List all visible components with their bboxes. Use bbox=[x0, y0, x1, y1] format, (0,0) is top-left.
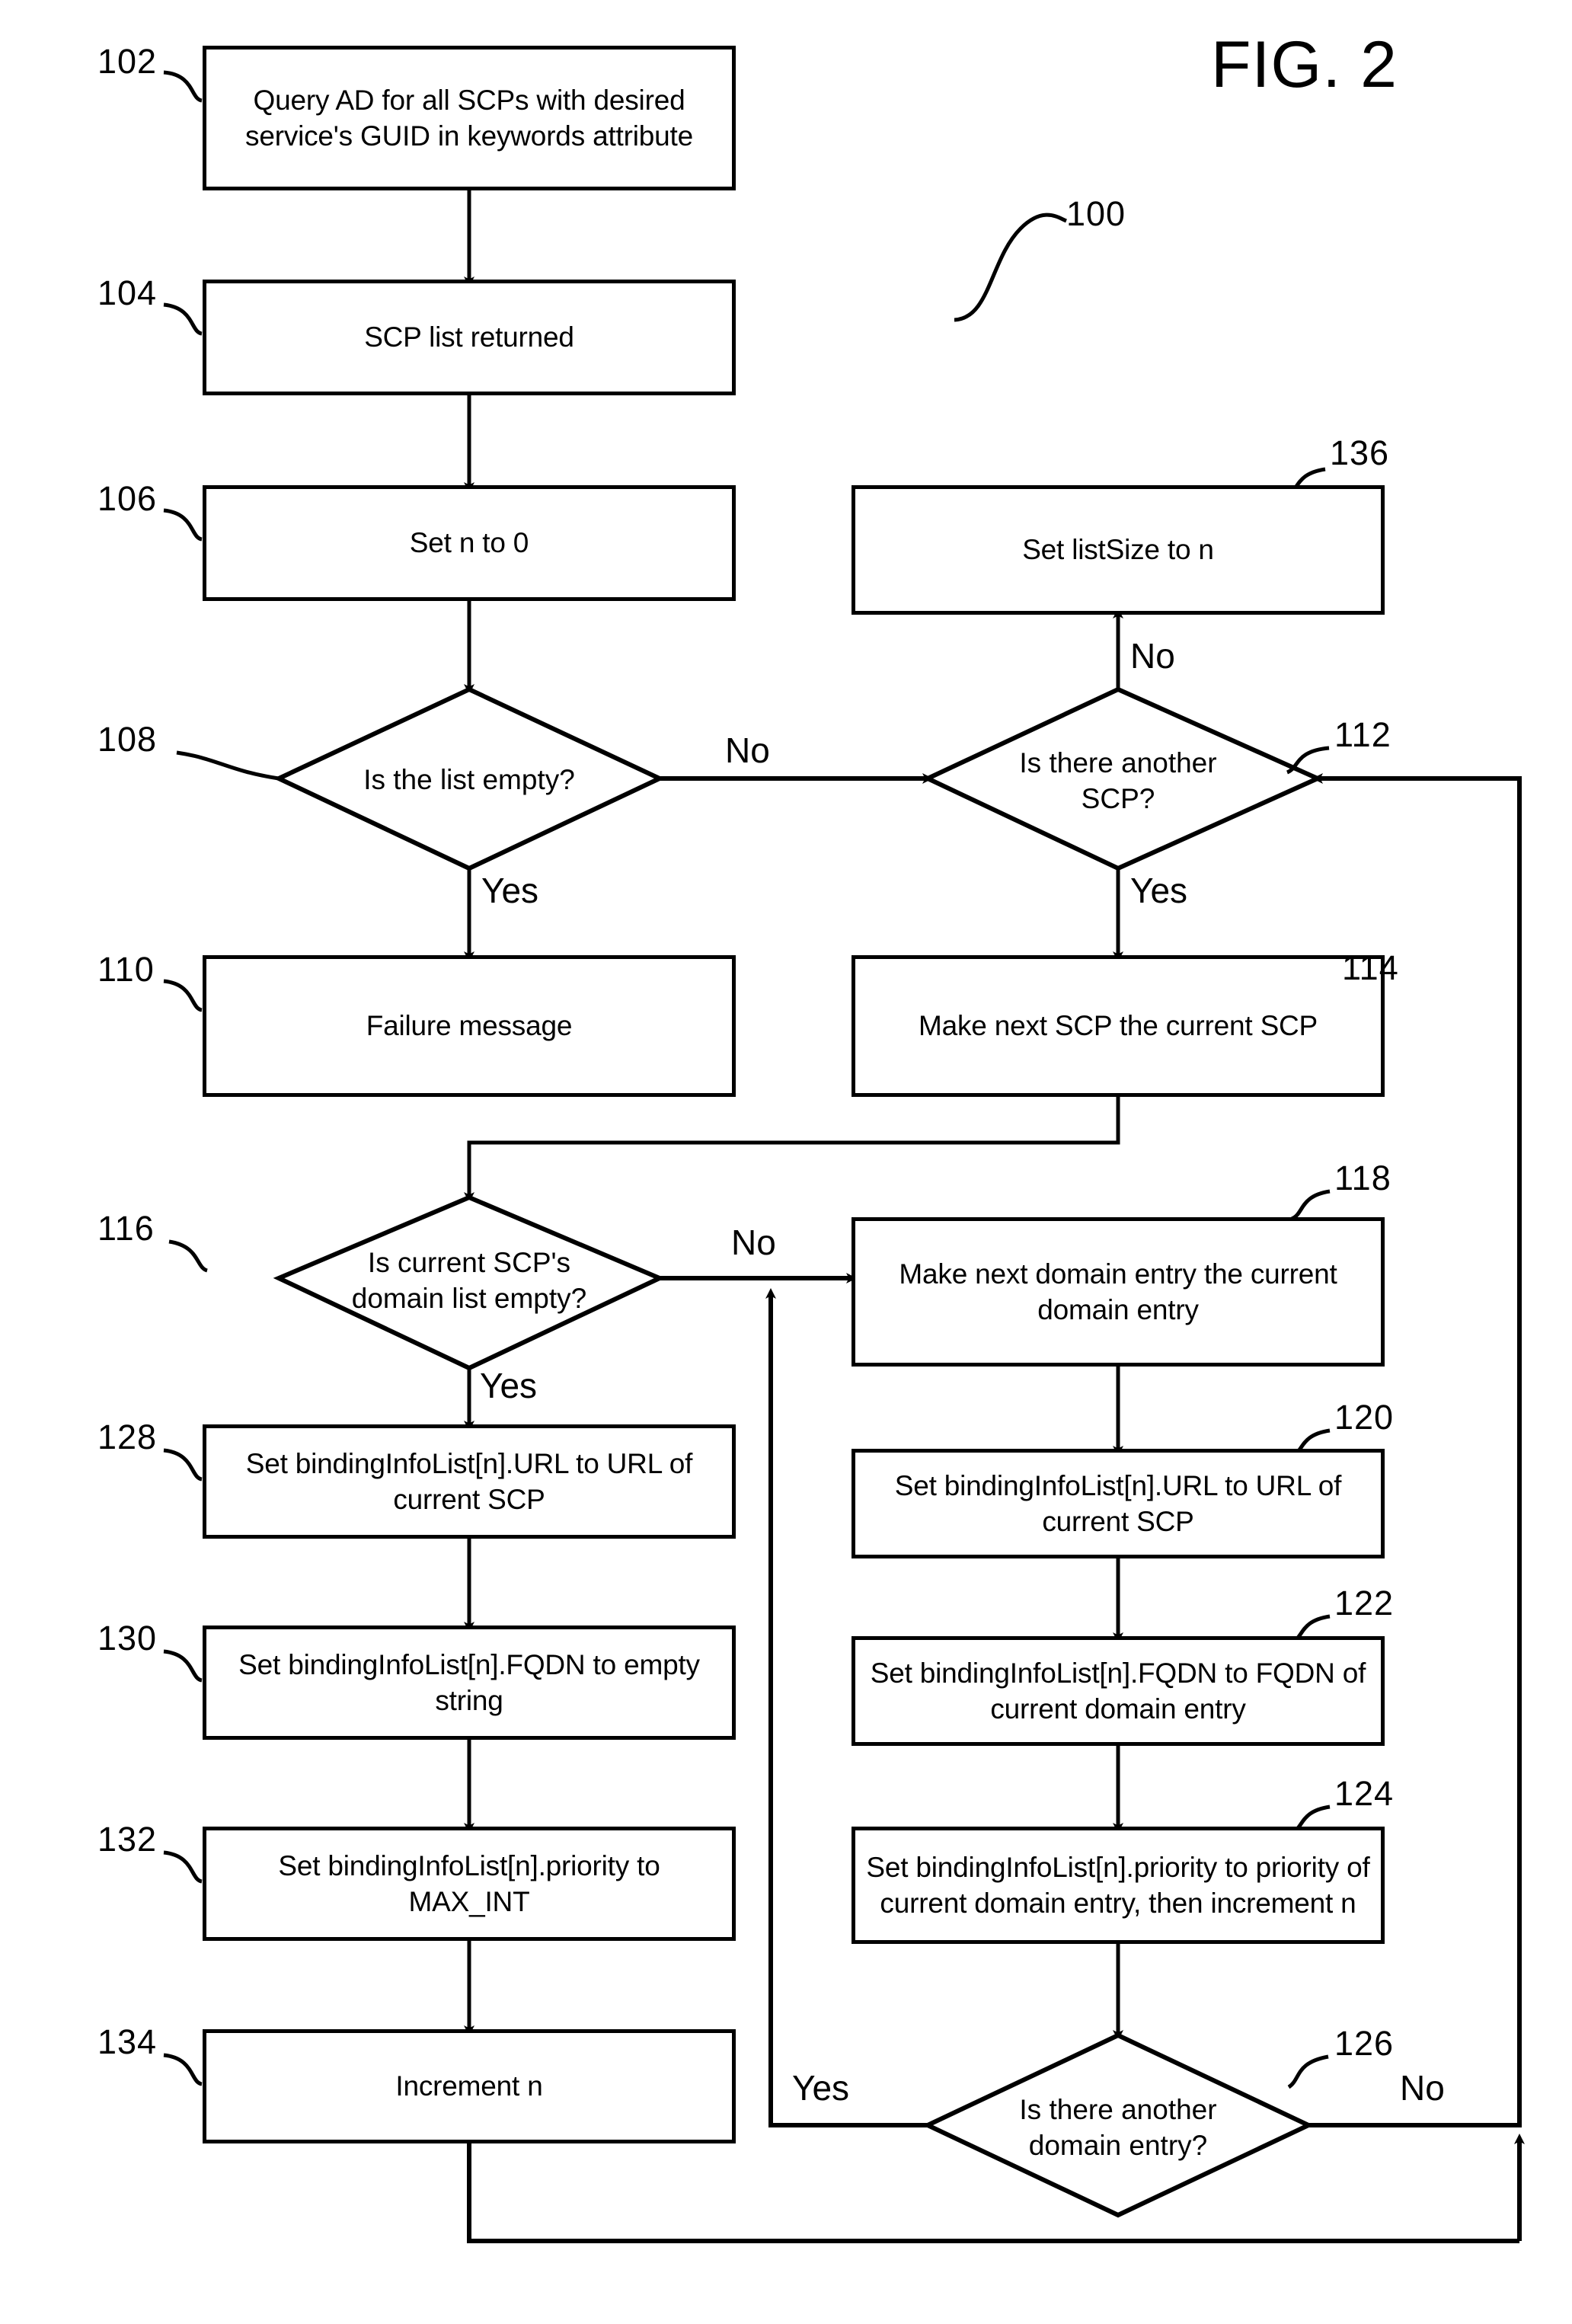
process-box-132-label: Set bindingInfoList[n].priority to MAX_I… bbox=[278, 1849, 660, 1917]
process-box-134-label: Increment n bbox=[395, 2070, 543, 2102]
ref-tag-130: 130 bbox=[97, 1619, 158, 1657]
ref-tag-118: 118 bbox=[1334, 1159, 1391, 1197]
decision-112-label: Is there another SCP? bbox=[1019, 747, 1217, 815]
ref-tag-112: 112 bbox=[1334, 715, 1391, 754]
leadline-128 bbox=[163, 1448, 203, 1482]
process-box-122-label: Set bindingInfoList[n].FQDN to FQDN of c… bbox=[870, 1657, 1366, 1725]
ref-tag-100: 100 bbox=[1066, 194, 1126, 233]
ref-tag-124: 124 bbox=[1334, 1774, 1395, 1813]
process-box-114-label: Make next SCP the current SCP bbox=[918, 1010, 1318, 1042]
decision-108-label: Is the list empty? bbox=[363, 764, 575, 795]
leadline-100 bbox=[954, 213, 1068, 322]
ref-tag-128: 128 bbox=[97, 1418, 158, 1456]
ref-tag-136: 136 bbox=[1330, 433, 1390, 472]
edge-label-126-yes: Yes bbox=[792, 2068, 850, 2108]
process-box-106: Set n to 0 bbox=[203, 485, 736, 601]
process-box-136: Set listSize to n bbox=[852, 485, 1385, 615]
leadline-126 bbox=[1287, 2054, 1329, 2089]
ref-tag-120: 120 bbox=[1334, 1398, 1395, 1437]
decision-116-label: Is current SCP's domain list empty? bbox=[351, 1247, 587, 1315]
process-box-130: Set bindingInfoList[n].FQDN to empty str… bbox=[203, 1626, 736, 1740]
process-box-132: Set bindingInfoList[n].priority to MAX_I… bbox=[203, 1827, 736, 1941]
ref-tag-122: 122 bbox=[1334, 1584, 1395, 1622]
ref-tag-106: 106 bbox=[97, 479, 158, 518]
decision-126-label: Is there another domain entry? bbox=[1019, 2094, 1217, 2162]
process-box-124: Set bindingInfoList[n].priority to prior… bbox=[852, 1827, 1385, 1944]
edge-label-116-yes: Yes bbox=[480, 1366, 538, 1405]
process-box-104: SCP list returned bbox=[203, 280, 736, 395]
edge-label-108-yes: Yes bbox=[481, 871, 539, 910]
process-box-124-label: Set bindingInfoList[n].priority to prior… bbox=[866, 1851, 1370, 1919]
process-box-102-label: Query AD for all SCPs with desired servi… bbox=[245, 84, 693, 152]
leadline-102 bbox=[163, 70, 203, 103]
leadline-118 bbox=[1290, 1189, 1331, 1221]
leadline-132 bbox=[163, 1850, 203, 1884]
ref-tag-116: 116 bbox=[97, 1209, 155, 1248]
process-box-128: Set bindingInfoList[n].URL to URL of cur… bbox=[203, 1424, 736, 1539]
edge-label-126-no: No bbox=[1400, 2068, 1445, 2108]
process-box-110: Failure message bbox=[203, 955, 736, 1097]
leadline-104 bbox=[163, 302, 203, 336]
process-box-128-label: Set bindingInfoList[n].URL to URL of cur… bbox=[245, 1447, 693, 1515]
process-box-120: Set bindingInfoList[n].URL to URL of cur… bbox=[852, 1449, 1385, 1558]
ref-tag-114: 114 bbox=[1342, 948, 1399, 987]
ref-tag-134: 134 bbox=[97, 2022, 158, 2061]
ref-tag-126: 126 bbox=[1334, 2024, 1395, 2063]
process-box-102: Query AD for all SCPs with desired servi… bbox=[203, 46, 736, 190]
process-box-136-label: Set listSize to n bbox=[1022, 534, 1214, 566]
ref-tag-108: 108 bbox=[97, 720, 158, 759]
process-box-104-label: SCP list returned bbox=[364, 321, 574, 353]
process-box-134: Increment n bbox=[203, 2029, 736, 2143]
figure-title: FIG. 2 bbox=[1211, 28, 1398, 101]
ref-tag-104: 104 bbox=[97, 273, 158, 312]
leadline-116 bbox=[168, 1239, 209, 1273]
ref-tag-132: 132 bbox=[97, 1820, 158, 1859]
leadline-108 bbox=[176, 750, 280, 781]
leadline-112 bbox=[1286, 746, 1330, 775]
ref-tag-110: 110 bbox=[97, 950, 155, 989]
process-box-118-label: Make next domain entry the current domai… bbox=[899, 1258, 1337, 1325]
process-box-118: Make next domain entry the current domai… bbox=[852, 1217, 1385, 1367]
edge-label-112-no: No bbox=[1130, 636, 1175, 676]
figure-canvas: Query AD for all SCPs with desired servi… bbox=[0, 0, 1572, 2324]
leadline-110 bbox=[163, 979, 203, 1012]
process-box-122: Set bindingInfoList[n].FQDN to FQDN of c… bbox=[852, 1636, 1385, 1746]
edge-label-108-no: No bbox=[725, 730, 770, 770]
process-box-106-label: Set n to 0 bbox=[409, 527, 529, 559]
process-box-110-label: Failure message bbox=[366, 1010, 573, 1042]
edge-label-112-yes: Yes bbox=[1130, 871, 1188, 910]
edge-label-116-no: No bbox=[731, 1223, 776, 1262]
process-box-114: Make next SCP the current SCP bbox=[852, 955, 1385, 1097]
ref-tag-102: 102 bbox=[97, 42, 158, 81]
leadline-134 bbox=[163, 2053, 203, 2086]
process-box-120-label: Set bindingInfoList[n].URL to URL of cur… bbox=[894, 1469, 1342, 1537]
process-box-130-label: Set bindingInfoList[n].FQDN to empty str… bbox=[238, 1648, 700, 1716]
leadline-130 bbox=[163, 1649, 203, 1683]
leadline-106 bbox=[163, 508, 203, 542]
